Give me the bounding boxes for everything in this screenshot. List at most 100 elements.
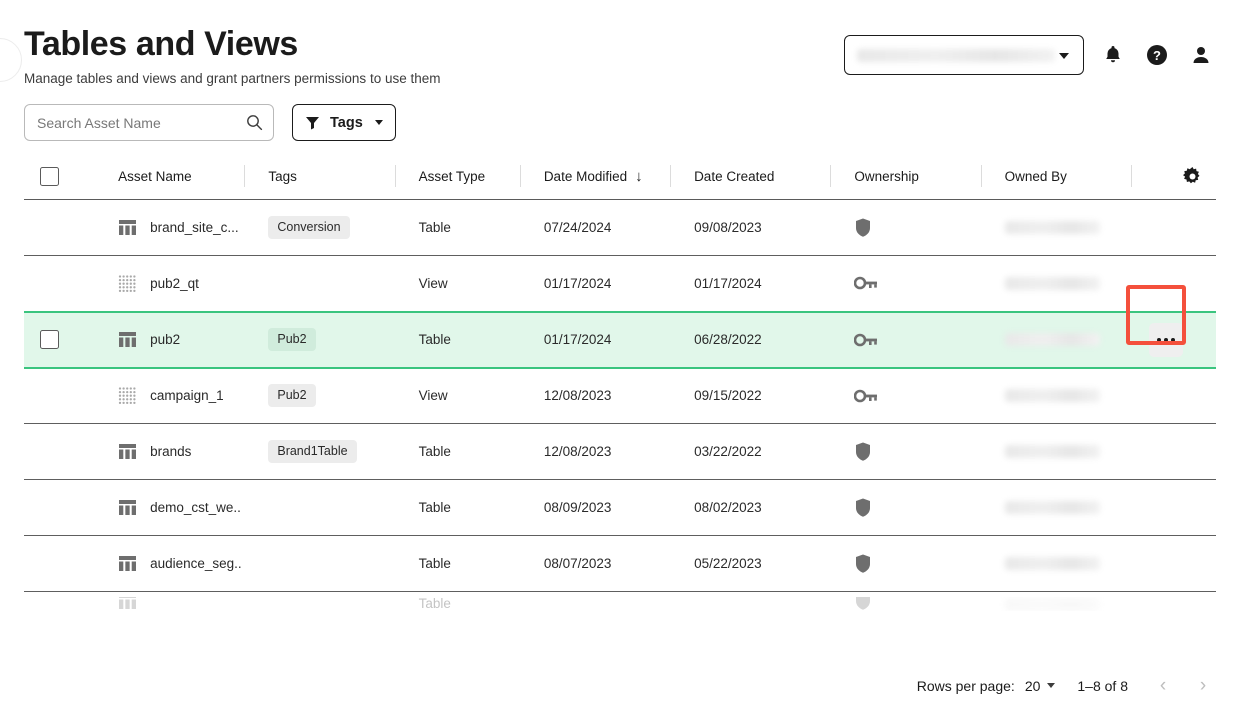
cell-date-created — [670, 592, 830, 616]
column-label: Date Created — [694, 169, 775, 184]
table-header: Asset Name Tags Asset Type Date Modified… — [24, 157, 1216, 200]
column-header-date-created[interactable]: Date Created — [670, 157, 831, 200]
tag-chip: Brand1Table — [268, 440, 357, 463]
cell-asset-type: Table — [394, 423, 520, 480]
column-header-date-modified[interactable]: Date Modified ↓ — [519, 157, 671, 200]
chevron-down-icon — [1059, 53, 1069, 59]
row-more-menu-button[interactable] — [1148, 322, 1183, 357]
cell-row-actions — [1130, 310, 1216, 369]
table-row[interactable]: pub2_qt View 01/17/2024 01/17/2024 — [24, 255, 1216, 312]
assets-table-container: Asset Name Tags Asset Type Date Modified… — [24, 157, 1216, 616]
cell-owned-by — [980, 310, 1131, 369]
row-select-cell — [24, 255, 95, 312]
table-icon — [119, 596, 137, 609]
column-header-asset-type[interactable]: Asset Type — [394, 157, 520, 200]
asset-type-text: View — [418, 275, 448, 291]
select-all-checkbox[interactable] — [40, 167, 59, 186]
asset-name-text: audience_seg.. — [150, 556, 242, 571]
cell-owned-by — [980, 367, 1131, 424]
cell-row-actions — [1130, 255, 1216, 312]
cell-asset-name: demo_cst_we.. — [94, 479, 245, 536]
previous-page-button[interactable]: ‹ — [1150, 676, 1176, 695]
profile-button[interactable] — [1186, 40, 1216, 70]
search-input[interactable] — [37, 114, 246, 131]
table-icon — [119, 556, 137, 571]
cell-date-modified: 08/09/2023 — [519, 479, 671, 536]
column-header-asset-name[interactable]: Asset Name — [94, 157, 245, 200]
asset-name-text: brands — [150, 444, 192, 459]
date-created-text: 03/22/2022 — [694, 444, 762, 459]
rows-per-page: Rows per page: 20 — [917, 678, 1056, 694]
cell-owned-by — [981, 592, 1131, 616]
cell-date-modified — [520, 592, 670, 616]
date-created-text: 09/15/2022 — [694, 388, 762, 404]
cell-ownership — [830, 255, 981, 312]
help-circle-icon: ? — [1147, 45, 1167, 65]
rows-per-page-select[interactable]: 20 — [1025, 678, 1056, 694]
date-created-text: 08/02/2023 — [694, 500, 762, 515]
cell-owned-by — [980, 423, 1131, 480]
tag-chip: Pub2 — [268, 328, 316, 351]
key-icon — [854, 389, 878, 403]
key-icon — [854, 276, 878, 290]
cell-owned-by — [980, 199, 1131, 256]
help-button[interactable]: ? — [1142, 40, 1172, 70]
rows-per-page-label: Rows per page: — [916, 677, 1015, 694]
column-label: Date Modified — [543, 169, 628, 184]
table-row[interactable]: campaign_1 Pub2 View 12/08/2023 09/15/2022 — [24, 367, 1216, 424]
cell-tags — [244, 535, 395, 592]
cell-asset-type: Table — [395, 592, 520, 616]
shield-icon — [856, 218, 871, 237]
notifications-button[interactable] — [1098, 40, 1128, 70]
table-icon — [119, 220, 137, 235]
cell-row-actions — [1130, 479, 1216, 536]
cell-date-modified: 12/08/2023 — [519, 423, 671, 480]
cell-row-actions — [1130, 367, 1216, 424]
row-select-cell — [24, 423, 95, 480]
owned-by-redacted — [1004, 557, 1100, 570]
cell-ownership — [830, 535, 981, 592]
table-row[interactable]: brands Brand1Table Table 12/08/2023 03/22/20… — [24, 423, 1216, 480]
date-modified-text: 01/17/2024 — [543, 275, 612, 291]
date-created-text: 06/28/2022 — [694, 332, 762, 347]
column-header-settings — [1130, 157, 1216, 200]
toolbar: Tags — [0, 88, 1240, 141]
date-modified-text: 12/08/2023 — [543, 444, 612, 459]
cell-ownership — [830, 592, 980, 616]
column-header-tags[interactable]: Tags — [244, 157, 395, 200]
row-select-cell — [24, 367, 95, 424]
date-modified-text: 12/08/2023 — [543, 388, 612, 404]
column-header-ownership[interactable]: Ownership — [830, 157, 981, 200]
owned-by-redacted — [1004, 333, 1100, 346]
owned-by-redacted — [1004, 221, 1100, 234]
gear-icon[interactable] — [1183, 167, 1202, 186]
table-row[interactable]: audience_seg.. Table 08/07/2023 05/22/2023 — [24, 535, 1216, 592]
date-modified-text: 08/09/2023 — [543, 500, 612, 515]
table-row[interactable]: pub2 Pub2 Table 01/17/2024 06/28/2022 — [24, 310, 1216, 369]
row-checkbox[interactable] — [40, 330, 59, 349]
owned-by-redacted — [1004, 445, 1100, 458]
search-box[interactable] — [24, 104, 274, 141]
table-row[interactable]: demo_cst_we.. Table 08/09/2023 08/02/2023 — [24, 479, 1216, 536]
pagination-range: 1–8 of 8 — [1077, 677, 1128, 694]
cell-ownership — [830, 423, 981, 480]
cell-row-actions — [1130, 535, 1216, 592]
column-header-owned-by[interactable]: Owned By — [980, 157, 1131, 200]
table-row[interactable]: brand_site_c... Conversion Table 07/24/2024… — [24, 199, 1216, 256]
next-page-button[interactable]: › — [1190, 676, 1216, 695]
cell-date-modified: 08/07/2023 — [519, 535, 671, 592]
cell-asset-name: pub2 — [94, 310, 245, 369]
column-label: Ownership — [854, 169, 919, 184]
header-actions: ? — [844, 35, 1216, 75]
search-icon[interactable] — [246, 114, 263, 131]
pagination-footer: Rows per page: 20 1–8 of 8 ‹ › — [917, 676, 1216, 695]
table-row-partial[interactable]: Table — [24, 592, 1216, 616]
cell-asset-type: View — [394, 255, 520, 312]
asset-name-text: pub2_qt — [150, 275, 199, 291]
cell-tags: Brand1Table — [244, 423, 395, 480]
row-select-cell — [24, 479, 95, 536]
view-icon — [118, 387, 136, 405]
tags-filter-button[interactable]: Tags — [292, 104, 396, 141]
account-selector[interactable] — [844, 35, 1084, 75]
table-header-row: Asset Name Tags Asset Type Date Modified… — [24, 157, 1216, 200]
